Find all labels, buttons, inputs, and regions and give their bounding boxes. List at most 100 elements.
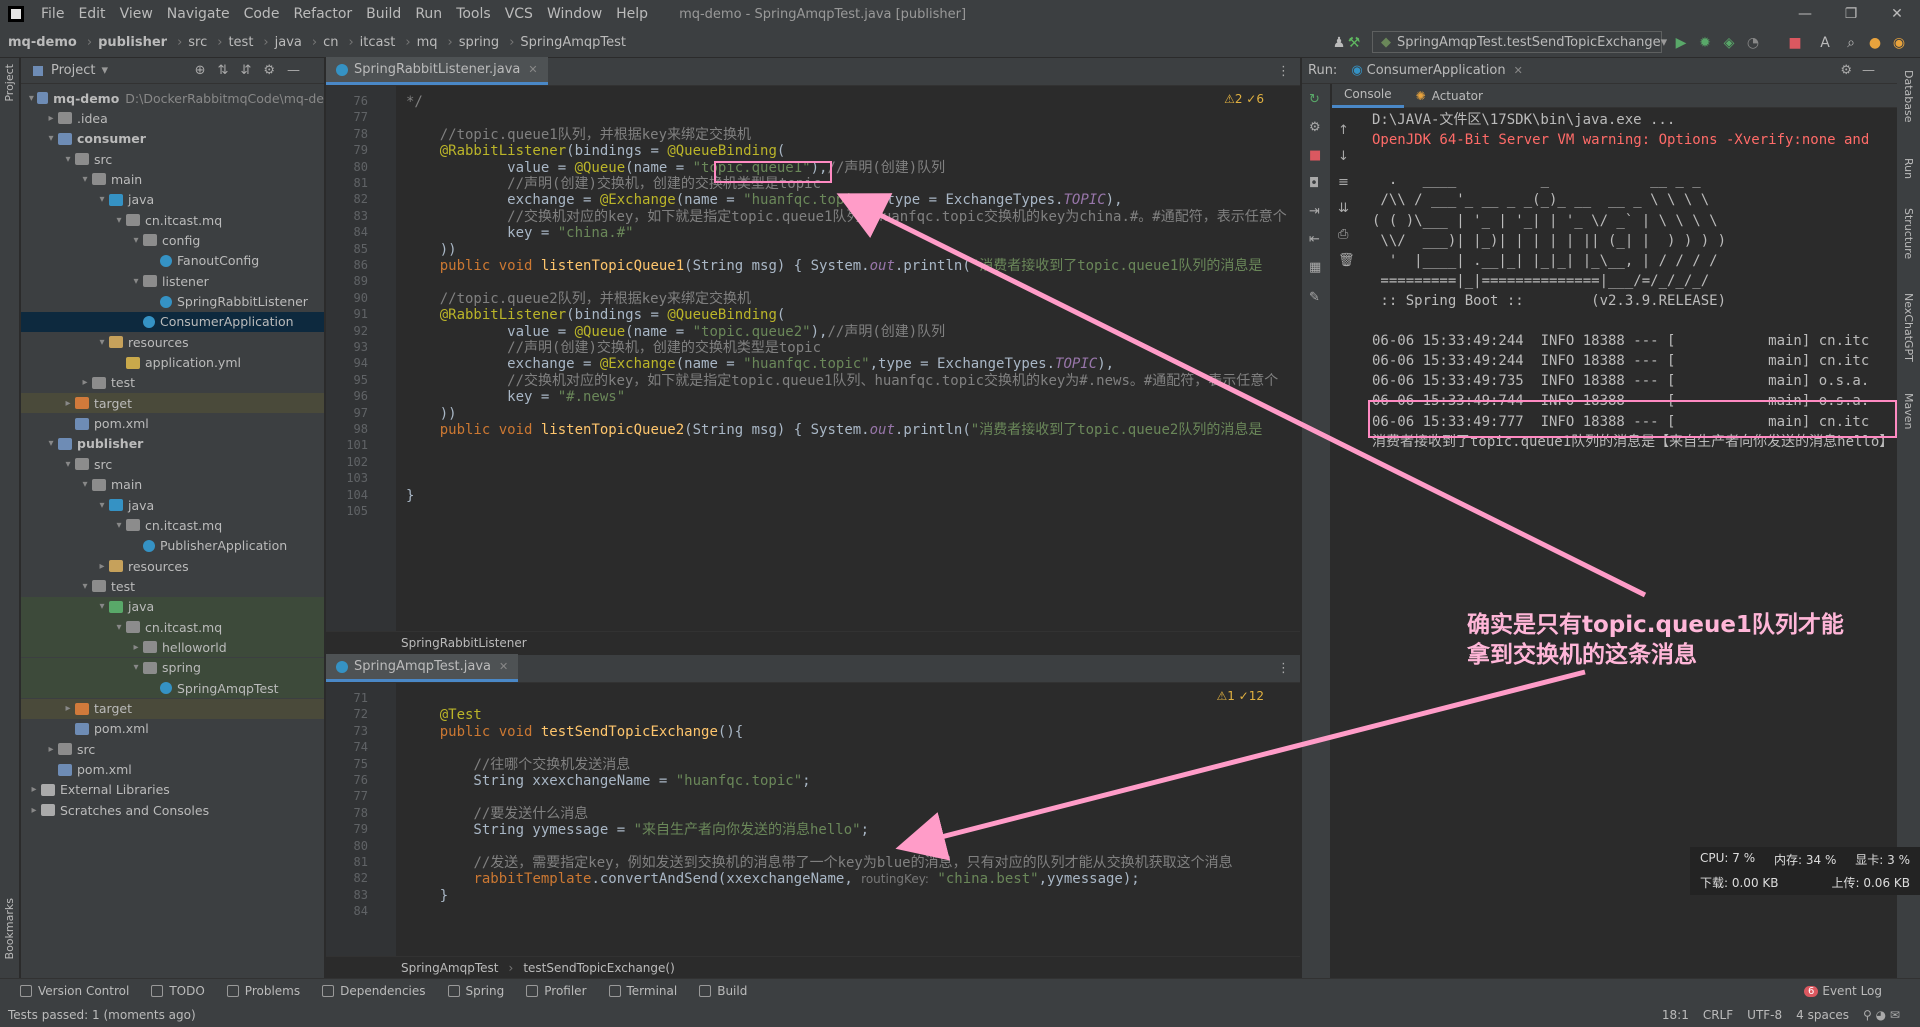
expand-arrow-icon[interactable]: ▾	[44, 133, 58, 144]
expand-arrow-icon[interactable]: ▸	[61, 398, 75, 409]
run-side-tab[interactable]: Run	[1902, 158, 1915, 179]
tree-item[interactable]: ▸ resources	[21, 556, 324, 576]
expand-arrow-icon[interactable]: ▾	[61, 154, 75, 165]
indent-setting[interactable]: 4 spaces	[1796, 1008, 1849, 1022]
tree-item[interactable]: application.yml	[21, 353, 324, 373]
minimize-icon[interactable]: —	[1782, 0, 1828, 28]
tree-item[interactable]: ▾ main	[21, 475, 324, 495]
expand-arrow-icon[interactable]: ▾	[95, 500, 109, 511]
wrench-icon[interactable]: ⚙	[1309, 120, 1321, 135]
tree-item[interactable]: ▸ src	[21, 739, 324, 759]
breadcrumb-class[interactable]: SpringAmqpTest	[401, 961, 499, 975]
scroll-end-icon[interactable]: ⇊	[1338, 196, 1358, 222]
tree-item[interactable]: ▸ .idea	[21, 108, 324, 128]
line-separator[interactable]: CRLF	[1703, 1008, 1733, 1022]
run-panel-options-icons[interactable]: ⚙—	[1840, 63, 1885, 78]
inspection-widget[interactable]: ⚠1 ✓12	[1216, 689, 1264, 703]
tree-item[interactable]: ▾ publisher	[21, 434, 324, 454]
chevron-down-icon[interactable]: ▾	[101, 63, 108, 78]
tree-item[interactable]: ▾ main	[21, 169, 324, 189]
tree-item[interactable]: ConsumerApplication	[21, 311, 324, 332]
tab-console[interactable]: Console	[1332, 84, 1404, 108]
menu-file[interactable]: File	[34, 6, 71, 22]
more-icon[interactable]: ⋮	[1277, 661, 1290, 676]
crumb-item[interactable]: src	[188, 35, 207, 50]
trash-icon[interactable]: 🗑	[1338, 248, 1358, 274]
close-tab-icon[interactable]: ✕	[499, 660, 508, 673]
expand-arrow-icon[interactable]: ▾	[95, 337, 109, 348]
toolwindow-problems[interactable]: Problems	[226, 984, 300, 998]
expand-arrow-icon[interactable]: ▾	[95, 601, 109, 612]
crumb-item[interactable]: mq-demo	[8, 35, 77, 50]
expand-arrow-icon[interactable]: ▾	[44, 438, 58, 449]
expand-arrow-icon[interactable]: ▸	[78, 377, 92, 388]
run-configuration-selector[interactable]: ◆ SpringAmqpTest.testSendTopicExchange ▾	[1372, 31, 1667, 53]
restore-layout-icon[interactable]: ⇥	[1309, 204, 1320, 219]
more-icon[interactable]: ⋮	[1277, 64, 1290, 79]
expand-arrow-icon[interactable]: ▸	[129, 642, 143, 653]
crumb-item[interactable]: cn	[323, 35, 338, 50]
menu-view[interactable]: View	[113, 6, 160, 22]
expand-arrow-icon[interactable]: ▾	[112, 215, 126, 226]
expand-arrow-icon[interactable]: ▾	[129, 662, 143, 673]
crumb-item[interactable]: test	[228, 35, 253, 50]
expand-arrow-icon[interactable]: ▾	[129, 235, 143, 246]
login-icon[interactable]: ⇤	[1309, 232, 1320, 247]
event-log-button[interactable]: 6 Event Log	[1804, 984, 1882, 998]
menu-navigate[interactable]: Navigate	[160, 6, 237, 22]
close-icon[interactable]: ✕	[1874, 0, 1920, 28]
toolwindow-terminal[interactable]: Terminal	[608, 984, 677, 998]
expand-arrow-icon[interactable]: ▸	[95, 561, 109, 572]
project-side-tab[interactable]: Project	[3, 64, 16, 102]
bookmarks-side-tab[interactable]: Bookmarks	[3, 898, 16, 959]
expand-arrow-icon[interactable]: ▸	[27, 784, 41, 795]
tab-spring-rabbit-listener[interactable]: SpringRabbitListener.java ✕	[326, 57, 548, 85]
file-encoding[interactable]: UTF-8	[1747, 1008, 1782, 1022]
caret-position[interactable]: 18:1	[1662, 1008, 1689, 1022]
ide-logo-icon[interactable]: ◉	[1890, 34, 1908, 52]
debug-icon[interactable]: ✹	[1696, 34, 1714, 52]
maven-side-tab[interactable]: Maven	[1902, 393, 1915, 429]
tab-actuator[interactable]: ✺ Actuator	[1404, 84, 1495, 108]
crumb-item[interactable]: java	[275, 35, 302, 50]
tree-item[interactable]: ▾ resources	[21, 332, 324, 352]
menu-window[interactable]: Window	[540, 6, 609, 22]
tree-item[interactable]: SpringRabbitListener	[21, 292, 324, 312]
soft-wrap-icon[interactable]: ≡	[1338, 170, 1358, 196]
tree-item[interactable]: ▾ consumer	[21, 129, 324, 149]
expand-arrow-icon[interactable]: ▾	[26, 93, 37, 104]
tree-item[interactable]: ▾ test	[21, 576, 324, 596]
tree-item[interactable]: ▸ target	[21, 698, 324, 719]
tree-item[interactable]: ▾ cn.itcast.mq	[21, 617, 324, 638]
expand-arrow-icon[interactable]: ▸	[61, 703, 75, 714]
camera-icon[interactable]: ◘	[1309, 176, 1319, 191]
stop-icon[interactable]: ■	[1309, 148, 1321, 163]
tab-spring-amqp-test[interactable]: SpringAmqpTest.java ✕	[326, 654, 519, 682]
tree-item[interactable]: ▾ spring	[21, 657, 324, 678]
pin-icon[interactable]: ✎	[1309, 290, 1320, 305]
update-icon[interactable]: ●	[1866, 34, 1884, 52]
tree-item[interactable]: pom.xml	[21, 414, 324, 434]
layout-icon[interactable]: ▦	[1309, 260, 1321, 275]
toolwindow-todo[interactable]: TODO	[151, 984, 205, 998]
arrow-up-icon[interactable]: ↑	[1338, 118, 1358, 144]
tree-item[interactable]: ▸ helloworld	[21, 637, 324, 658]
toolwindow-version-control[interactable]: Version Control	[20, 984, 129, 998]
breadcrumb-method[interactable]: testSendTopicExchange()	[523, 961, 674, 975]
tree-item[interactable]: pom.xml	[21, 760, 324, 780]
database-side-tab[interactable]: Database	[1902, 70, 1915, 123]
tree-item[interactable]: ▸ Scratches and Consoles	[21, 800, 324, 820]
breadcrumb-class[interactable]: SpringRabbitListener	[401, 636, 527, 650]
expand-arrow-icon[interactable]: ▾	[112, 622, 126, 633]
structure-side-tab[interactable]: Structure	[1902, 208, 1915, 259]
crumb-item[interactable]: publisher	[98, 35, 167, 50]
coverage-icon[interactable]: ◈	[1720, 34, 1738, 52]
tree-item[interactable]: ▾ config	[21, 230, 324, 250]
tree-item[interactable]: ▾ java	[21, 190, 324, 210]
maximize-icon[interactable]: ❐	[1828, 0, 1874, 28]
crumb-item[interactable]: mq	[417, 35, 438, 50]
menu-help[interactable]: Help	[609, 6, 655, 22]
toolwindow-dependencies[interactable]: Dependencies	[322, 984, 426, 998]
arrow-down-icon[interactable]: ↓	[1338, 144, 1358, 170]
expand-arrow-icon[interactable]: ▾	[78, 174, 92, 185]
